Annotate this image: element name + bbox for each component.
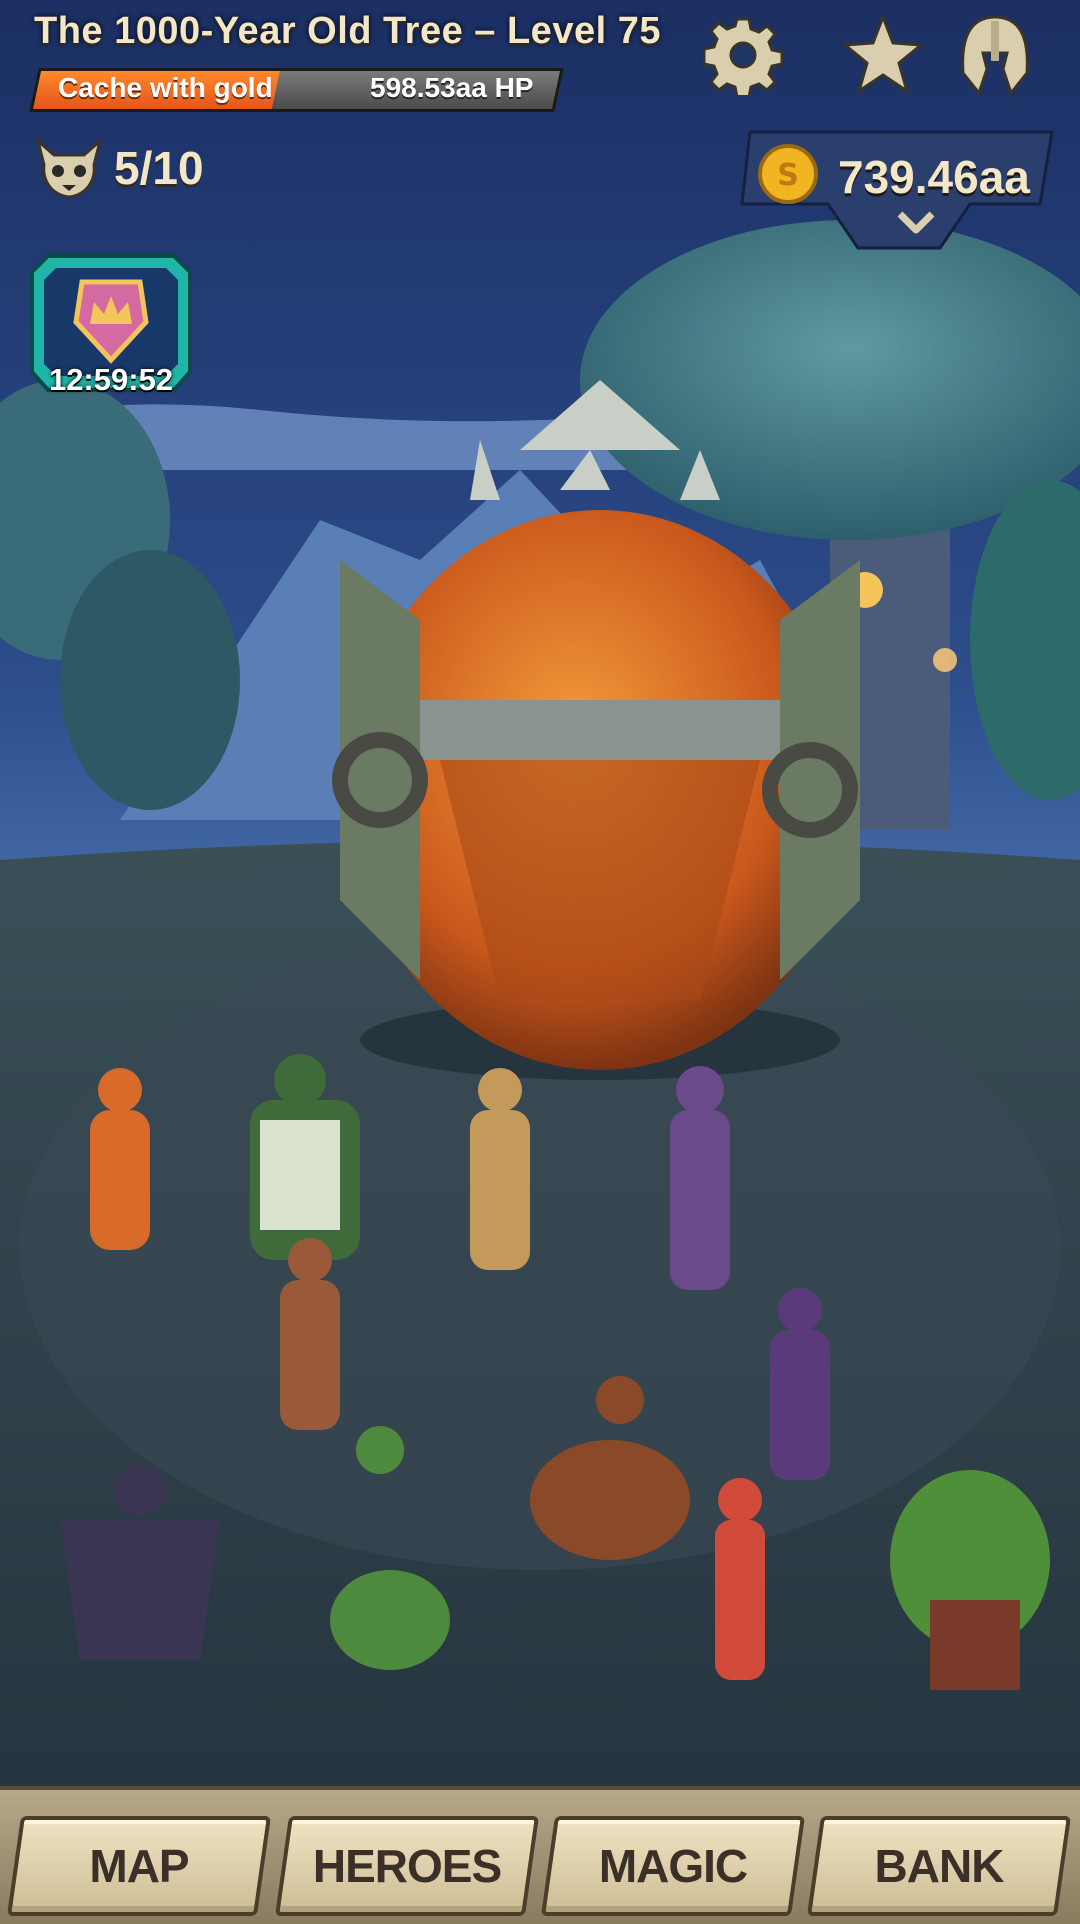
star-icon — [841, 13, 925, 95]
hero-profile-button[interactable] — [952, 12, 1038, 98]
demon-skull-icon — [35, 136, 103, 199]
nav-magic-button[interactable]: MAGIC — [540, 1816, 806, 1916]
gold-amount: 739.46aa — [838, 151, 1030, 203]
gear-icon — [703, 17, 783, 95]
boss-reward-label: Cache with gold — [58, 72, 273, 103]
helmet-icon — [961, 15, 1029, 97]
nav-map-label: MAP — [89, 1840, 189, 1892]
nav-bank-button[interactable]: BANK — [806, 1816, 1072, 1916]
nav-heroes-label: HEROES — [312, 1840, 502, 1892]
nav-bank-label: BANK — [874, 1840, 1005, 1892]
nav-magic-label: MAGIC — [598, 1840, 748, 1892]
settings-button[interactable] — [700, 12, 786, 98]
nav-heroes-button[interactable]: HEROES — [274, 1816, 540, 1916]
boss-hp-value: 598.53aa HP — [370, 72, 534, 103]
event-timer: 12:59:52 — [48, 362, 174, 397]
boss-title: The 1000-Year Old Tree – Level 75 — [34, 10, 661, 52]
favorites-button[interactable] — [840, 12, 926, 98]
wave-progress: 5/10 — [114, 142, 204, 194]
wave-counter: 5/10 — [34, 135, 204, 201]
svg-text:S: S — [777, 158, 799, 193]
nav-map-button[interactable]: MAP — [6, 1816, 272, 1916]
